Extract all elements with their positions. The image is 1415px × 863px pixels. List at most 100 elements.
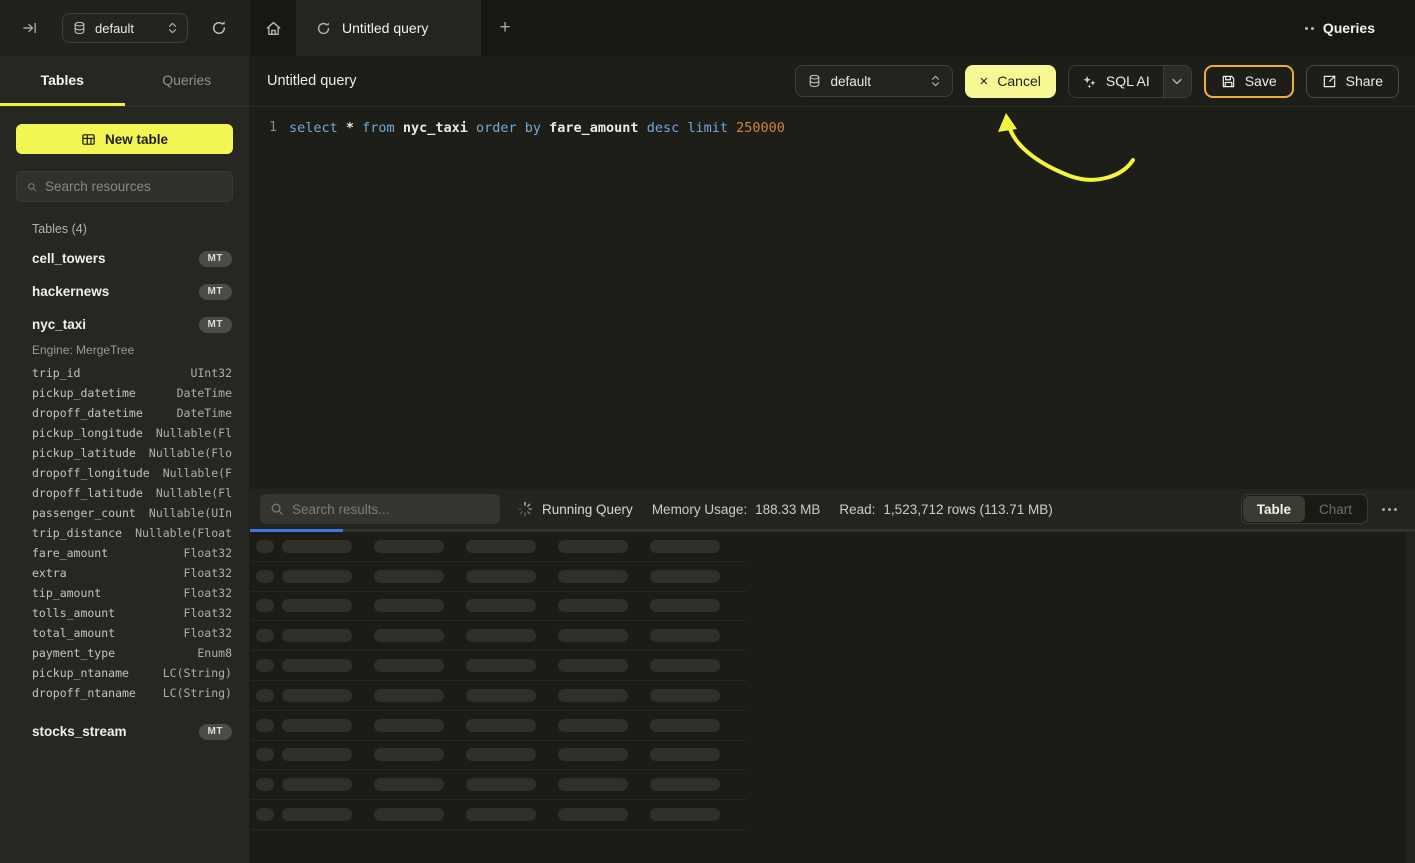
sql-editor[interactable]: 1 select * from nyc_taxi order by fare_a…: [250, 107, 1415, 489]
close-icon: ×: [980, 74, 989, 89]
sidebar-table-cell_towers[interactable]: cell_towersMT: [0, 242, 249, 275]
skeleton-cell: [650, 570, 720, 583]
queries-link[interactable]: Queries: [1305, 0, 1415, 56]
column-row: extra Float32: [0, 563, 249, 583]
share-button[interactable]: Share: [1306, 65, 1399, 98]
results-search: [260, 494, 500, 524]
column-row: total_amountFloat32: [0, 623, 249, 643]
refresh-tables-button[interactable]: [206, 15, 232, 41]
skeleton-cell: [282, 748, 352, 761]
skeleton-row: [250, 621, 747, 651]
skeleton-row-number: [256, 629, 274, 642]
column-row: tolls_amountFloat32: [0, 603, 249, 623]
skeleton-cell: [558, 659, 628, 672]
skeleton-cell: [374, 570, 444, 583]
sidebar-search-input[interactable]: [45, 179, 222, 194]
column-row: pickup_longitudeNullable(Fl: [0, 423, 249, 443]
tab-untitled-query[interactable]: Untitled query: [296, 0, 481, 56]
column-name: extra: [32, 566, 67, 580]
read-label: Read:: [839, 502, 875, 517]
tab-title: Untitled query: [342, 20, 428, 36]
more-options-button[interactable]: [1380, 504, 1399, 515]
sql-query-line[interactable]: select * from nyc_taxi order by fare_amo…: [277, 120, 785, 489]
sql-token: select: [289, 120, 346, 136]
column-row: pickup_latitudeNullable(Flo: [0, 443, 249, 463]
sidebar-table-nyc_taxi[interactable]: nyc_taxiMT: [0, 308, 249, 341]
queries-dots-icon: [1305, 27, 1314, 30]
new-tab-button[interactable]: +: [481, 0, 529, 56]
skeleton-cell: [282, 659, 352, 672]
new-table-button[interactable]: New table: [16, 124, 233, 154]
skeleton-cell: [650, 808, 720, 821]
column-type: Float32: [184, 586, 232, 600]
collapse-sidebar-icon: [22, 20, 38, 36]
sidebar-table-hackernews[interactable]: hackernewsMT: [0, 275, 249, 308]
column-type: LC(String): [163, 666, 232, 680]
sql-ai-button[interactable]: SQL AI: [1068, 65, 1192, 98]
save-button[interactable]: Save: [1204, 65, 1294, 98]
column-type: Float32: [184, 566, 232, 580]
skeleton-cell: [558, 629, 628, 642]
column-name: dropoff_longitude: [32, 466, 150, 480]
skeleton-cell: [374, 748, 444, 761]
skeleton-row-number: [256, 599, 274, 612]
results-search-input[interactable]: [292, 502, 490, 517]
skeleton-cell: [374, 689, 444, 702]
column-name: pickup_longitude: [32, 426, 143, 440]
results-scrollbar[interactable]: [1406, 532, 1415, 863]
skeleton-cell: [466, 778, 536, 791]
skeleton-row-number: [256, 540, 274, 553]
sql-token: *: [346, 120, 362, 136]
column-row: pickup_ntanameLC(String): [0, 663, 249, 683]
skeleton-row-number: [256, 659, 274, 672]
skeleton-row-number: [256, 719, 274, 732]
sidebar-tab-tables[interactable]: Tables: [0, 56, 125, 106]
skeleton-row: [250, 562, 747, 592]
skeleton-cell: [282, 599, 352, 612]
sidebar-tab-queries[interactable]: Queries: [125, 56, 250, 106]
home-button[interactable]: [250, 0, 296, 56]
column-name: payment_type: [32, 646, 115, 660]
top-bar: default: [0, 0, 1415, 56]
share-icon: [1322, 74, 1337, 89]
sidebar-tab-tables-label: Tables: [41, 72, 84, 88]
database-selector-top[interactable]: default: [62, 13, 188, 43]
skeleton-cell: [282, 808, 352, 821]
skeleton-cell: [650, 748, 720, 761]
collapse-sidebar-button[interactable]: [18, 16, 42, 40]
column-type: Enum8: [197, 646, 232, 660]
skeleton-cell: [466, 570, 536, 583]
column-type: Nullable(Float: [135, 526, 232, 540]
skeleton-cell: [282, 540, 352, 553]
skeleton-row-number: [256, 808, 274, 821]
table-name: hackernews: [32, 284, 109, 299]
results-panel: Running Query Memory Usage: 188.33 MB Re…: [250, 489, 1415, 863]
skeleton-cell: [558, 599, 628, 612]
cancel-button[interactable]: × Cancel: [965, 65, 1056, 98]
column-type: Float32: [184, 606, 232, 620]
skeleton-cell: [558, 540, 628, 553]
memory-usage-metric: Memory Usage: 188.33 MB: [652, 502, 821, 517]
skeleton-row: [250, 651, 747, 681]
sql-token: from: [362, 120, 403, 136]
sql-ai-dropdown[interactable]: [1163, 66, 1191, 97]
column-row: payment_type Enum8: [0, 643, 249, 663]
sidebar-tab-queries-label: Queries: [162, 72, 211, 88]
database-selector-query[interactable]: default: [795, 65, 953, 97]
sql-ai-main[interactable]: SQL AI: [1069, 66, 1163, 97]
skeleton-cell: [466, 748, 536, 761]
column-row: trip_idUInt32: [0, 363, 249, 383]
view-toggle: Table Chart: [1241, 494, 1368, 524]
sql-console-app: default: [0, 0, 1415, 863]
column-row: dropoff_ntanameLC(String): [0, 683, 249, 703]
view-toggle-chart[interactable]: Chart: [1305, 496, 1366, 522]
column-type: Nullable(UIn: [149, 506, 232, 520]
sidebar: Tables Queries New table Tabl: [0, 56, 250, 863]
sidebar-table-stocks_stream[interactable]: stocks_streamMT: [0, 715, 249, 748]
view-toggle-table[interactable]: Table: [1243, 496, 1305, 522]
sql-token: limit: [687, 120, 736, 136]
column-type: LC(String): [163, 686, 232, 700]
table-name: nyc_taxi: [32, 317, 86, 332]
skeleton-cell: [282, 719, 352, 732]
query-title: Untitled query: [267, 73, 356, 89]
